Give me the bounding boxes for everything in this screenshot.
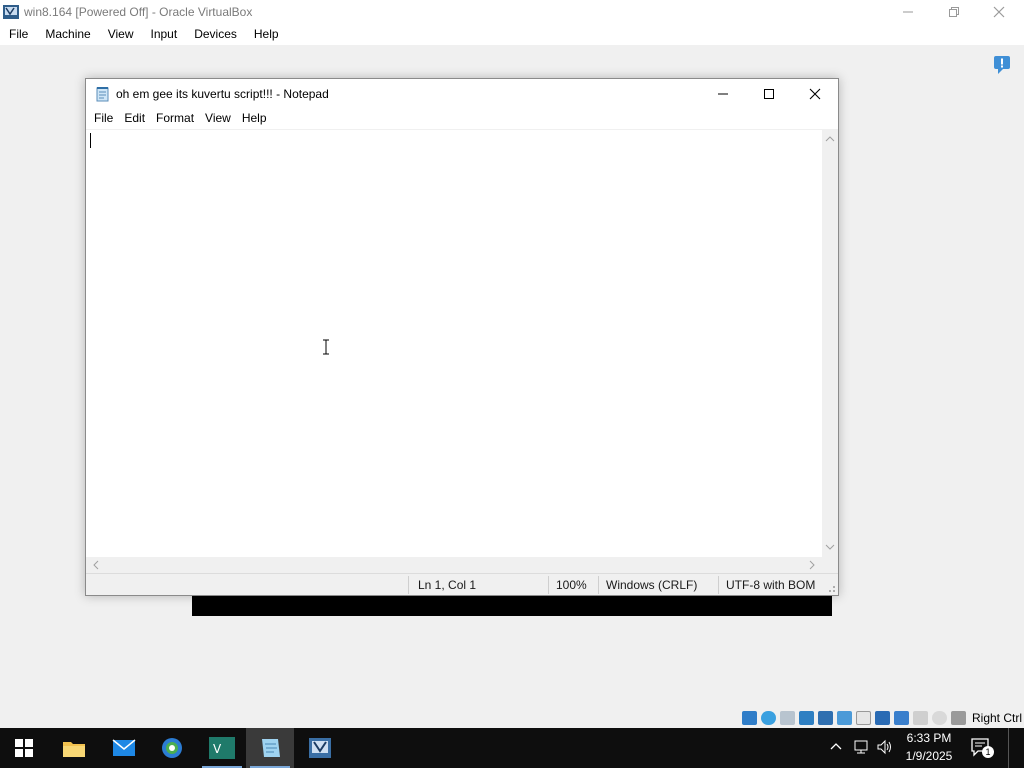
status-separator	[598, 576, 599, 594]
scroll-left-arrow-icon[interactable]	[88, 557, 104, 573]
minimize-icon	[718, 93, 728, 95]
vbox-menu-devices[interactable]: Devices	[193, 24, 245, 45]
notepad-menu-edit[interactable]: Edit	[122, 109, 151, 129]
vbox-menu-help[interactable]: Help	[253, 24, 287, 45]
ibeam-cursor-icon	[323, 339, 329, 355]
network-icon[interactable]	[852, 739, 870, 755]
notepad-menu-format[interactable]: Format	[154, 109, 200, 129]
minimize-icon	[903, 11, 913, 13]
status-line-ending: Windows (CRLF)	[606, 578, 698, 592]
text-caret	[90, 133, 91, 148]
floppy-icon[interactable]	[780, 711, 795, 725]
notification-count-badge: 1	[982, 746, 994, 758]
notepad-window[interactable]: oh em gee its kuvertu script!!! - Notepa…	[85, 78, 839, 596]
notepad-close-button[interactable]	[792, 79, 838, 109]
status-separator	[548, 576, 549, 594]
browser-globe-icon	[162, 738, 182, 758]
optical-drive-icon[interactable]	[761, 711, 776, 725]
status-cursor-position: Ln 1, Col 1	[418, 578, 477, 592]
vbox-window-title: win8.164 [Powered Off] - Oracle VirtualB…	[24, 5, 253, 19]
host-key-label: Right Ctrl	[972, 711, 1023, 725]
taskbar: V 6:33 PM 1/9/2025 1	[0, 728, 1024, 768]
vbox-minimize-button[interactable]	[885, 0, 931, 24]
notepad-menu-file[interactable]: File	[92, 109, 119, 129]
vbox-menubar: File Machine View Input Devices Help	[0, 24, 1024, 45]
display-icon[interactable]	[875, 711, 890, 725]
folder-icon	[63, 742, 85, 757]
mouse-integration-icon[interactable]	[951, 711, 966, 725]
taskbar-browser[interactable]	[148, 728, 196, 768]
virtualbox-app-icon	[3, 5, 19, 19]
horizontal-scrollbar[interactable]	[86, 557, 822, 573]
notepad-status-bar: Ln 1, Col 1 100% Windows (CRLF) UTF-8 wi…	[86, 573, 838, 595]
status-encoding: UTF-8 with BOM	[726, 578, 816, 592]
notepad-menubar: File Edit Format View Help	[86, 109, 838, 129]
vbox-titlebar[interactable]: win8.164 [Powered Off] - Oracle VirtualB…	[0, 0, 1024, 24]
video-capture-icon[interactable]	[894, 711, 909, 725]
scroll-down-arrow-icon[interactable]	[822, 539, 838, 555]
taskbar-visual-studio[interactable]: V	[198, 728, 246, 768]
virtualbox-icon	[309, 738, 331, 758]
notification-center-icon[interactable]	[993, 55, 1011, 75]
hard-disk-icon[interactable]	[742, 711, 757, 725]
volume-icon[interactable]	[876, 739, 894, 755]
cpu-icon[interactable]	[932, 711, 947, 725]
usb-icon[interactable]	[837, 711, 852, 725]
visual-studio-icon: V	[209, 737, 235, 759]
status-separator	[718, 576, 719, 594]
vertical-scrollbar[interactable]	[822, 129, 838, 557]
notepad-minimize-button[interactable]	[700, 79, 746, 109]
vbox-device-status-bar	[742, 709, 970, 727]
vbox-menu-view[interactable]: View	[107, 24, 142, 45]
notepad-app-icon	[96, 87, 109, 102]
notepad-maximize-button[interactable]	[746, 79, 792, 109]
scrollbar-corner	[822, 557, 838, 573]
notepad-icon	[262, 739, 280, 757]
notepad-menu-view[interactable]: View	[203, 109, 237, 129]
close-icon	[809, 88, 821, 100]
vbox-menu-file[interactable]: File	[8, 24, 36, 45]
notepad-window-title: oh em gee its kuvertu script!!! - Notepa…	[116, 87, 329, 101]
taskbar-file-explorer[interactable]	[50, 728, 98, 768]
chevron-up-icon[interactable]	[828, 738, 844, 754]
taskbar-notepad[interactable]	[246, 728, 294, 768]
vbox-restore-button[interactable]	[931, 0, 977, 24]
status-separator	[408, 576, 409, 594]
mail-icon	[112, 739, 136, 756]
restore-icon	[949, 7, 959, 17]
vbox-menu-input[interactable]: Input	[150, 24, 186, 45]
status-zoom: 100%	[556, 578, 587, 592]
network-icon[interactable]	[818, 711, 833, 725]
taskbar-mail[interactable]	[100, 728, 148, 768]
clock-time[interactable]: 6:33 PM	[898, 731, 960, 745]
close-icon	[993, 6, 1005, 18]
scroll-up-arrow-icon[interactable]	[822, 131, 838, 147]
vbox-close-button[interactable]	[976, 0, 1022, 24]
maximize-icon	[764, 89, 774, 99]
scroll-right-arrow-icon[interactable]	[804, 557, 820, 573]
show-desktop-button[interactable]	[1008, 728, 1024, 768]
notepad-titlebar[interactable]: oh em gee its kuvertu script!!! - Notepa…	[86, 79, 838, 109]
vbox-menu-machine[interactable]: Machine	[44, 24, 98, 45]
taskbar-virtualbox[interactable]	[296, 728, 344, 768]
audio-icon[interactable]	[799, 711, 814, 725]
recording-icon[interactable]	[913, 711, 928, 725]
notepad-menu-help[interactable]: Help	[240, 109, 273, 129]
obscured-console-region	[192, 596, 832, 616]
start-button[interactable]	[0, 728, 48, 768]
resize-grip-icon[interactable]	[826, 583, 836, 593]
notepad-text-area[interactable]	[86, 129, 822, 557]
svg-text:V: V	[213, 742, 222, 756]
clock-date[interactable]: 1/9/2025	[898, 749, 960, 763]
shared-folders-icon[interactable]	[856, 711, 871, 725]
windows-logo-icon	[15, 739, 33, 757]
